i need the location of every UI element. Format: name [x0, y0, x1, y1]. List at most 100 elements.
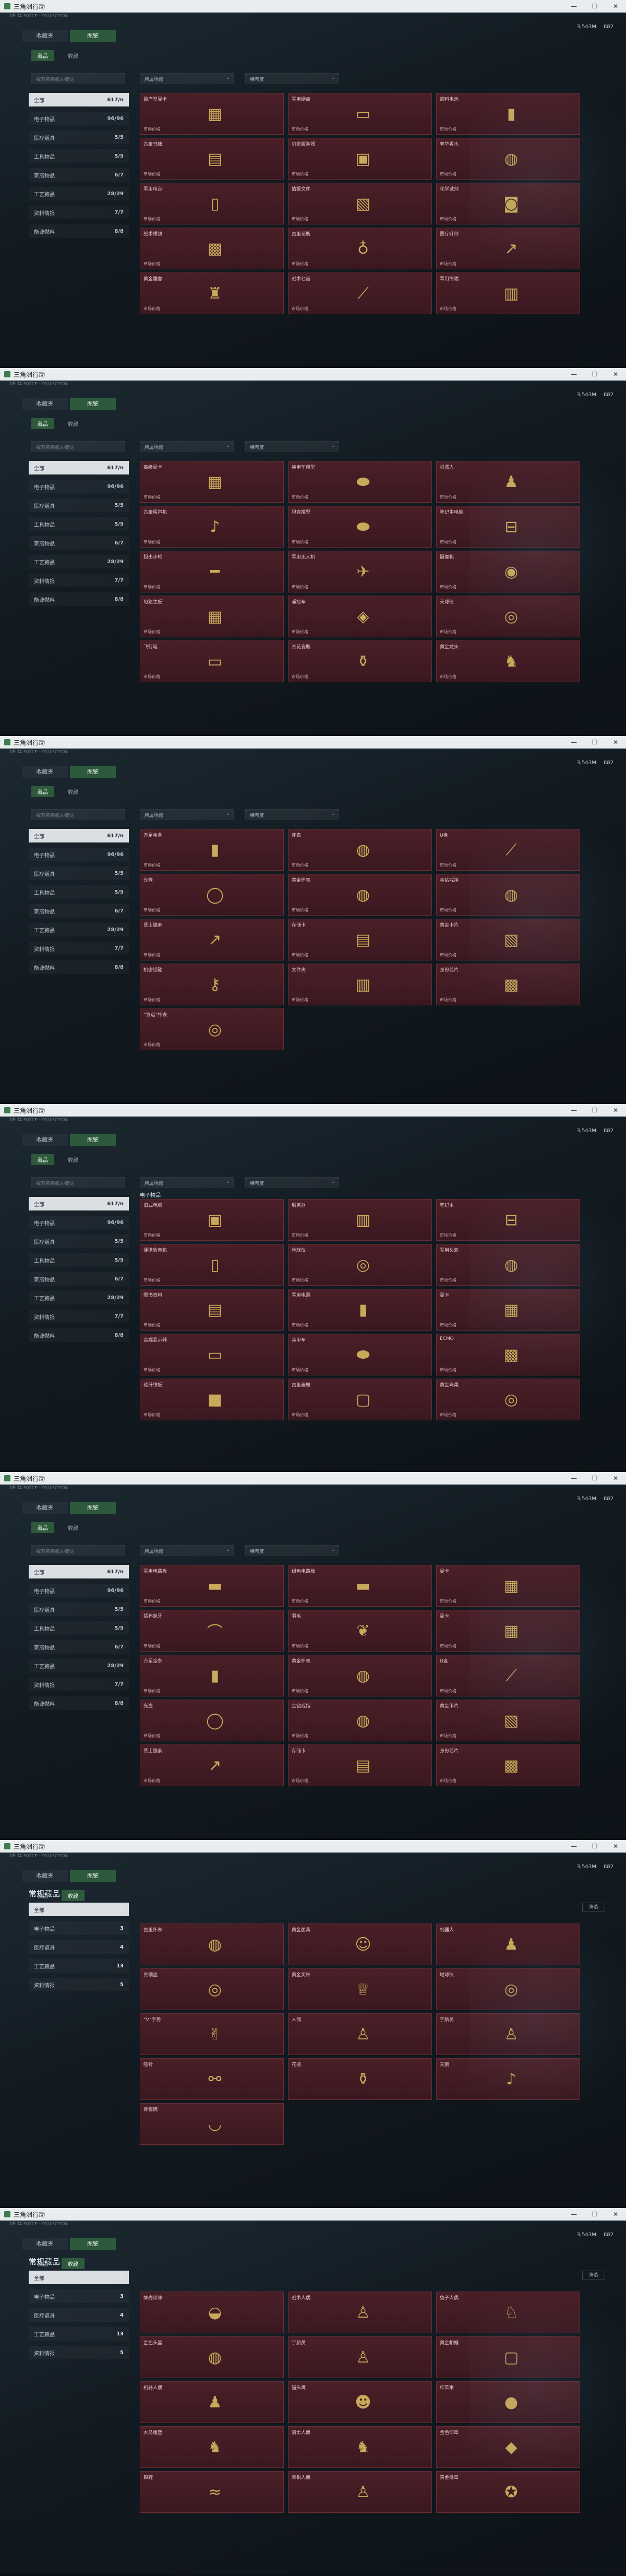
item-card[interactable]: 化学试剂 ◙ 市场价格	[436, 183, 580, 224]
item-card[interactable]: 狙击步枪 ━ 市场价格	[140, 551, 284, 592]
close-button[interactable]: ✕	[605, 1843, 626, 1850]
item-card[interactable]: 黄金龙头 ♞ 市场价格	[436, 640, 580, 682]
maximize-button[interactable]: ☐	[584, 371, 605, 378]
category-item[interactable]: 工艺藏品 13	[29, 1959, 129, 1973]
search-input[interactable]: 搜索名称或关键词	[31, 1545, 125, 1556]
item-card[interactable]: 情报文件 ▧ 市场价格	[288, 183, 432, 224]
tab-codex[interactable]: 图鉴	[70, 766, 116, 778]
item-card[interactable]: 黄金鸟巢 ◎ 市场价格	[436, 1379, 580, 1420]
subtab-collection[interactable]: 收藏	[62, 2258, 85, 2269]
item-card[interactable]: 装甲车 ⬬ 市场价格	[288, 1334, 432, 1375]
tab-codex[interactable]: 图鉴	[70, 1134, 116, 1146]
category-item[interactable]: 资料情报 5	[29, 1978, 129, 1991]
item-card[interactable]: 医疗针剂 ↗ 市场价格	[436, 228, 580, 269]
item-card[interactable]: 存储卡 ▤ 市场价格	[288, 919, 432, 960]
category-item[interactable]: 电子物品 96/96	[29, 1216, 129, 1229]
category-item[interactable]: 家居物品 6/7	[29, 536, 129, 550]
category-item[interactable]: 工具物品 5/5	[29, 149, 129, 163]
subtab-items[interactable]: 藏品	[31, 1154, 54, 1165]
rarity-dropdown[interactable]: 稀有度 ⌄	[245, 441, 339, 452]
item-card[interactable]: 便携收音机 ▯ 市场价格	[140, 1244, 284, 1286]
category-item[interactable]: 工具物品 5/5	[29, 1621, 129, 1635]
item-card[interactable]: 高端显示器 ▭ 市场价格	[140, 1334, 284, 1375]
tab-codex[interactable]: 图鉴	[70, 398, 116, 410]
item-card[interactable]: 机密钥匙 ⚷ 市场价格	[140, 964, 284, 1005]
item-card[interactable]: 金钻戒指 ◍ 市场价格	[288, 1700, 432, 1741]
minimize-button[interactable]: —	[563, 1107, 584, 1114]
item-card[interactable]: 显卡 ▦ 市场价格	[436, 1610, 580, 1652]
category-item[interactable]: 家居物品 6/7	[29, 1640, 129, 1654]
minimize-button[interactable]: —	[563, 3, 584, 10]
minimize-button[interactable]: —	[563, 371, 584, 378]
item-card[interactable]: 青瓷碗 ◡	[140, 2103, 284, 2145]
item-card[interactable]: 电路主板 ▦ 市场价格	[140, 596, 284, 637]
search-input[interactable]: 搜索名称或关键词	[31, 1177, 125, 1188]
tab-favorites[interactable]: 收藏夹	[22, 2238, 68, 2250]
subtab-collection[interactable]: 收藏	[62, 1522, 85, 1533]
item-card[interactable]: “致远”怀表 ◎ 市场价格	[140, 1008, 284, 1050]
item-card[interactable]: 奢华香水 ◍ 市场价格	[436, 138, 580, 180]
item-card[interactable]: 显卡 ▦ 市场价格	[436, 1565, 580, 1607]
item-card[interactable]: 青铜盘 ◎	[140, 1968, 284, 2010]
item-card[interactable]: 人偶 ♙	[288, 2013, 432, 2055]
rarity-dropdown[interactable]: 稀有度 ⌄	[245, 809, 339, 820]
item-card[interactable]: 战术匕首 ⟋ 市场价格	[288, 272, 432, 314]
category-item[interactable]: 全部 25	[29, 2271, 129, 2284]
category-item[interactable]: 工艺藏品 28/29	[29, 555, 129, 568]
item-card[interactable]: 装甲车模型 ⬬ 市场价格	[288, 461, 432, 503]
category-item[interactable]: 资料情报 7/7	[29, 206, 129, 219]
map-dropdown[interactable]: 所属地图 ⌄	[140, 1177, 234, 1188]
item-card[interactable]: 图书资料 ▤ 市场价格	[140, 1289, 284, 1331]
item-card[interactable]: 青花瓷瓶 ⚱ 市场价格	[288, 640, 432, 682]
item-card[interactable]: 黄金徽章 ✪	[436, 2471, 580, 2513]
item-card[interactable]: 花瓶 ⚱	[288, 2058, 432, 2100]
category-item[interactable]: 全部 25	[29, 1903, 129, 1916]
item-card[interactable]: 笔记本 ⊟ 市场价格	[436, 1199, 580, 1241]
item-card[interactable]: 存储卡 ▤ 市场价格	[288, 1744, 432, 1786]
item-card[interactable]: 高级显卡 ▦ 市场价格	[140, 461, 284, 503]
category-item[interactable]: 家居物品 6/7	[29, 904, 129, 918]
item-card[interactable]: 黄金卡片 ▧ 市场价格	[436, 919, 580, 960]
item-card[interactable]: 金钻戒指 ◍ 市场价格	[436, 874, 580, 916]
category-item[interactable]: 工艺藏品 28/29	[29, 923, 129, 936]
item-card[interactable]: 军用无人机 ✈ 市场价格	[288, 551, 432, 592]
item-card[interactable]: 猫头鹰 ☻	[288, 2381, 432, 2423]
category-item[interactable]: 全部 617/n	[29, 829, 129, 842]
close-button[interactable]: ✕	[605, 739, 626, 746]
category-item[interactable]: 能源燃料 8/8	[29, 224, 129, 238]
item-card[interactable]: 机器人 ♟	[436, 1924, 580, 1965]
item-card[interactable]: 黄金卡片 ▧ 市场价格	[436, 1700, 580, 1741]
map-dropdown[interactable]: 所属地图 ⌄	[140, 1545, 234, 1556]
category-item[interactable]: 资料情报 5	[29, 2346, 129, 2359]
category-item[interactable]: 全部 617/n	[29, 1197, 129, 1210]
item-card[interactable]: 机器人偶 ♟	[140, 2381, 284, 2423]
maximize-button[interactable]: ☐	[584, 739, 605, 746]
tab-favorites[interactable]: 收藏夹	[22, 30, 68, 42]
item-card[interactable]: 笔记本电脑 ⊟ 市场价格	[436, 506, 580, 548]
category-item[interactable]: 全部 617/n	[29, 461, 129, 474]
item-card[interactable]: 地球仪 ◎ 市场价格	[288, 1244, 432, 1286]
category-item[interactable]: 医疗道具 5/5	[29, 1602, 129, 1616]
category-item[interactable]: 工艺藏品 28/29	[29, 187, 129, 200]
subtab-items[interactable]: 藏品	[31, 786, 54, 797]
item-card[interactable]: 军用硬盘 ▭ 市场价格	[288, 93, 432, 135]
tab-codex[interactable]: 图鉴	[70, 2238, 116, 2250]
map-dropdown[interactable]: 所属地图 ⌄	[140, 809, 234, 820]
item-card[interactable]: 战术人偶 ♙	[288, 2292, 432, 2333]
item-card[interactable]: 金色头盔 ◍	[140, 2336, 284, 2378]
item-card[interactable]: 蚌壳珍珠 ◒	[140, 2292, 284, 2333]
item-card[interactable]: 燃料电池 ▮ 市场价格	[436, 93, 580, 135]
tab-favorites[interactable]: 收藏夹	[22, 1502, 68, 1514]
map-dropdown[interactable]: 所属地图 ⌄	[140, 73, 234, 84]
tab-codex[interactable]: 图鉴	[70, 1502, 116, 1514]
subtab-items[interactable]: 藏品	[31, 418, 54, 429]
maximize-button[interactable]: ☐	[584, 1475, 605, 1482]
item-card[interactable]: 怀表 ◍ 市场价格	[288, 829, 432, 871]
close-button[interactable]: ✕	[605, 371, 626, 378]
close-button[interactable]: ✕	[605, 1475, 626, 1482]
category-item[interactable]: 能源燃料 8/8	[29, 1696, 129, 1710]
item-card[interactable]: 黄金怀表 ◍ 市场价格	[288, 874, 432, 916]
tab-favorites[interactable]: 收藏夹	[22, 1134, 68, 1146]
item-card[interactable]: 军用头盔 ◍ 市场价格	[436, 1244, 580, 1286]
item-card[interactable]: 身份芯片 ▩ 市场价格	[436, 1744, 580, 1786]
